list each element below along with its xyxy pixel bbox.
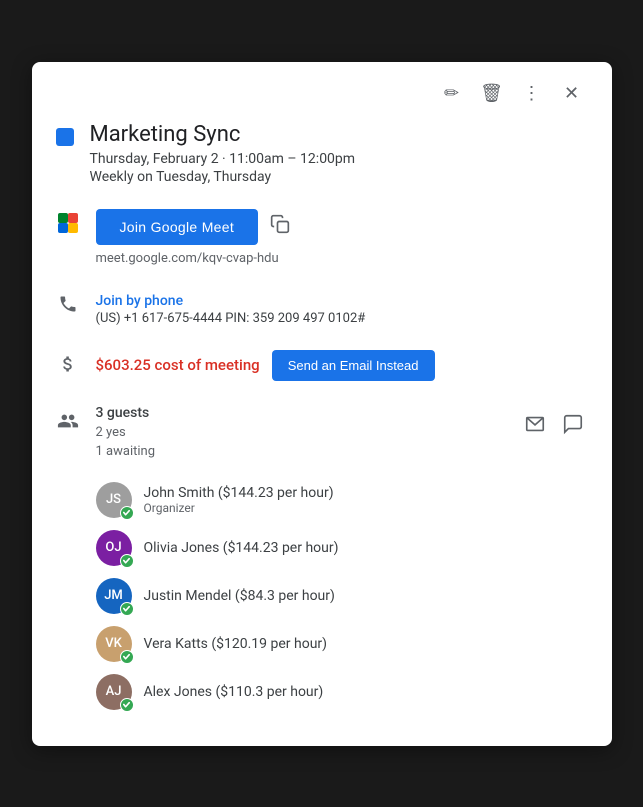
guest-info: John Smith ($144.23 per hour) Organizer [144, 485, 334, 515]
cost-row: $603.25 cost of meeting Send an Email In… [96, 350, 588, 381]
guest-name: Justin Mendel ($84.3 per hour) [144, 588, 335, 604]
cost-text: $603.25 cost of meeting [96, 356, 260, 374]
join-meet-button[interactable]: Join Google Meet [96, 209, 259, 245]
cost-section: $603.25 cost of meeting Send an Email In… [56, 346, 588, 385]
avatar-wrap: JS [96, 482, 132, 518]
phone-icon [56, 292, 80, 316]
guest-list: JS John Smith ($144.23 per hour) Organiz… [96, 482, 588, 710]
accepted-badge [120, 698, 134, 712]
meet-header: Join Google Meet [96, 209, 588, 245]
guest-actions [520, 409, 588, 445]
phone-details: (US) +1 617-675-4444 PIN: 359 209 497 01… [96, 311, 588, 326]
guests-yes: 2 yes [96, 423, 156, 443]
meet-link: meet.google.com/kqv-cvap-hdu [96, 251, 588, 266]
more-button[interactable]: ⋮ [516, 78, 548, 110]
dollar-icon [56, 352, 80, 376]
close-button[interactable]: ✕ [556, 78, 588, 110]
guest-item: JM Justin Mendel ($84.3 per hour) [96, 578, 588, 614]
guests-summary: 3 guests 2 yes 1 awaiting [96, 405, 156, 462]
event-info: Marketing Sync Thursday, February 2 · 11… [90, 122, 356, 185]
meet-content: Join Google Meet meet.google.com/kqv-cva… [96, 209, 588, 266]
guests-content: 3 guests 2 yes 1 awaiting [96, 405, 588, 462]
guest-name: Alex Jones ($110.3 per hour) [144, 684, 324, 700]
guest-info: Vera Katts ($120.19 per hour) [144, 636, 328, 652]
event-color-dot [56, 128, 74, 146]
guest-info: Alex Jones ($110.3 per hour) [144, 684, 324, 700]
join-phone-link[interactable]: Join by phone [96, 293, 184, 309]
phone-content: Join by phone (US) +1 617-675-4444 PIN: … [96, 290, 588, 326]
cost-content: $603.25 cost of meeting Send an Email In… [96, 350, 588, 381]
meet-icon [56, 211, 80, 235]
accepted-badge [120, 602, 134, 616]
guest-info: Justin Mendel ($84.3 per hour) [144, 588, 335, 604]
event-title: Marketing Sync [90, 122, 356, 147]
guest-item: OJ Olivia Jones ($144.23 per hour) [96, 530, 588, 566]
avatar-wrap: AJ [96, 674, 132, 710]
organizer-label: Organizer [144, 501, 334, 515]
guest-item: JS John Smith ($144.23 per hour) Organiz… [96, 482, 588, 518]
guests-awaiting: 1 awaiting [96, 442, 156, 462]
guest-name: John Smith ($144.23 per hour) [144, 485, 334, 501]
avatar-wrap: VK [96, 626, 132, 662]
send-email-button[interactable]: Send an Email Instead [272, 350, 435, 381]
copy-link-button[interactable] [270, 214, 290, 239]
meet-section: Join Google Meet meet.google.com/kqv-cva… [56, 205, 588, 270]
event-header: Marketing Sync Thursday, February 2 · 11… [56, 122, 588, 185]
message-guests-button[interactable] [520, 409, 550, 445]
phone-section: Join by phone (US) +1 617-675-4444 PIN: … [56, 286, 588, 330]
event-recurrence: Weekly on Tuesday, Thursday [90, 169, 356, 185]
guest-info: Olivia Jones ($144.23 per hour) [144, 540, 339, 556]
guest-item: VK Vera Katts ($120.19 per hour) [96, 626, 588, 662]
accepted-badge [120, 554, 134, 568]
edit-button[interactable]: ✏ [436, 78, 468, 110]
guests-icon [56, 409, 80, 433]
accepted-badge [120, 650, 134, 664]
guest-name: Vera Katts ($120.19 per hour) [144, 636, 328, 652]
avatar-wrap: JM [96, 578, 132, 614]
toolbar: ✏ 🗑 ⋮ ✕ [56, 78, 588, 110]
guests-section: 3 guests 2 yes 1 awaiting [56, 401, 588, 466]
guest-name: Olivia Jones ($144.23 per hour) [144, 540, 339, 556]
event-popup: ✏ 🗑 ⋮ ✕ Marketing Sync Thursday, Februar… [32, 62, 612, 746]
accepted-badge [120, 506, 134, 520]
event-date: Thursday, February 2 · 11:00am – 12:00pm [90, 151, 356, 167]
guest-item: AJ Alex Jones ($110.3 per hour) [96, 674, 588, 710]
guests-count: 3 guests [96, 405, 156, 421]
avatar-wrap: OJ [96, 530, 132, 566]
delete-button[interactable]: 🗑 [476, 78, 508, 110]
email-guests-button[interactable] [558, 409, 588, 445]
